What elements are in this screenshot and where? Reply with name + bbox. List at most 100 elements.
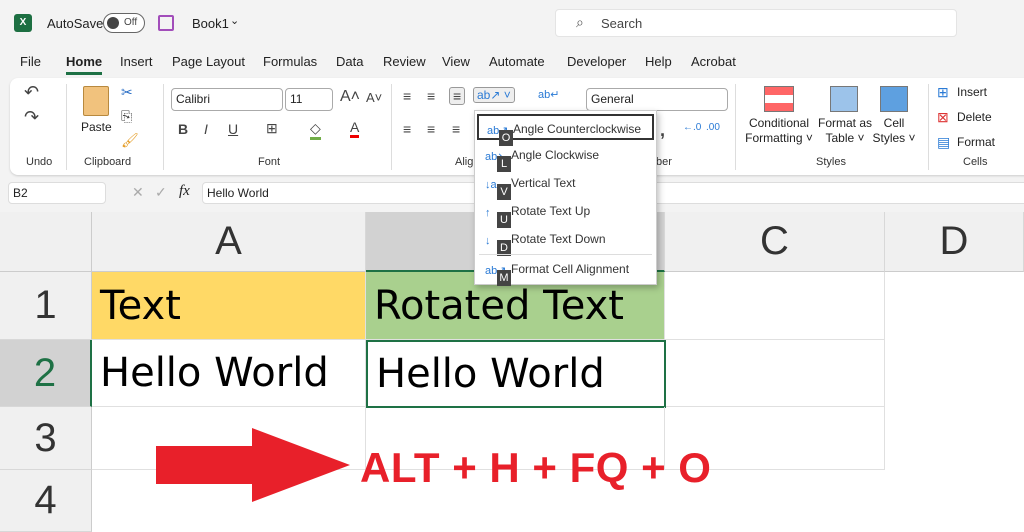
align-center-icon[interactable]: ≡ — [427, 121, 435, 137]
italic-icon[interactable]: I — [204, 121, 208, 137]
save-icon[interactable] — [158, 15, 174, 31]
tab-acrobat[interactable]: Acrobat — [691, 54, 736, 69]
tab-automate[interactable]: Automate — [489, 54, 545, 69]
column-header-c[interactable]: C — [665, 212, 885, 272]
tab-home[interactable]: Home — [66, 54, 103, 75]
fill-color-icon[interactable]: ◇ — [310, 120, 321, 140]
font-color-icon[interactable]: A — [350, 119, 360, 138]
menu-item-rotate-text-up[interactable]: ↑ Rotate Text Up U — [477, 198, 654, 228]
tab-formulas[interactable]: Formulas — [263, 54, 317, 69]
align-left-icon[interactable]: ≡ — [403, 121, 411, 137]
row-header-3[interactable]: 3 — [0, 407, 92, 470]
row-header-4[interactable]: 4 — [0, 470, 92, 532]
rotate-text-up-icon: ↑ — [485, 207, 491, 219]
shortcut-annotation: ALT + H + FQ + O — [360, 444, 712, 491]
wrap-text-icon[interactable]: ab↵ — [538, 88, 559, 101]
group-number-label: ber — [656, 156, 672, 168]
column-header-d[interactable]: D — [885, 212, 1024, 272]
row-header-1[interactable]: 1 — [0, 272, 92, 340]
menu-item-angle-counterclockwise[interactable]: ab↗ Angle Counterclockwise O — [477, 114, 654, 146]
tab-help[interactable]: Help — [645, 54, 672, 69]
group-cells-label: Cells — [963, 156, 988, 168]
column-header-a[interactable]: A — [92, 212, 366, 272]
delete-cells-icon: ⊠ — [937, 109, 949, 125]
excel-logo-icon: X — [14, 14, 32, 32]
font-name-select[interactable]: Calibri — [171, 88, 283, 111]
align-right-icon[interactable]: ≡ — [452, 121, 460, 137]
format-cells-icon: ▤ — [937, 134, 951, 150]
enter-icon[interactable]: ✓ — [155, 184, 167, 201]
group-font-label: Font — [258, 156, 281, 168]
borders-icon[interactable]: ⊞ — [266, 120, 278, 137]
align-bottom-icon[interactable]: ≡ — [449, 87, 466, 105]
tab-view[interactable]: View — [442, 54, 470, 69]
select-all-corner[interactable] — [0, 212, 92, 272]
menu-item-format-cell-alignment[interactable]: ab↗ Format Cell Alignment M — [477, 256, 654, 286]
cell-c1[interactable] — [665, 272, 885, 340]
red-arrow-icon — [156, 428, 350, 502]
decrease-decimal-icon[interactable]: .00 — [706, 122, 720, 133]
menu-item-angle-clockwise[interactable]: ab↘ Angle Clockwise L — [477, 142, 654, 172]
paste-icon[interactable] — [83, 86, 109, 116]
align-middle-icon[interactable]: ≡ — [427, 88, 435, 104]
cell-styles-icon — [880, 86, 908, 112]
cell-a1[interactable]: Text — [92, 272, 366, 340]
tab-page-layout[interactable]: Page Layout — [172, 54, 245, 69]
increase-font-icon[interactable]: A˄ — [340, 88, 360, 106]
align-top-icon[interactable]: ≡ — [403, 88, 411, 104]
tab-developer[interactable]: Developer — [567, 54, 626, 69]
underline-icon[interactable]: U — [228, 121, 238, 137]
tab-data[interactable]: Data — [336, 54, 363, 69]
conditional-formatting-icon — [764, 86, 794, 112]
menu-item-vertical-text[interactable]: ↓a Vertical Text V — [477, 170, 654, 200]
workbook-name[interactable]: Book1 — [192, 16, 229, 31]
tab-file[interactable]: File — [20, 54, 41, 69]
vertical-text-icon: ↓a — [485, 179, 497, 191]
delete-cells-button[interactable]: Delete — [957, 110, 992, 124]
cancel-icon[interactable]: ✕ — [132, 184, 144, 201]
name-box[interactable]: B2 — [8, 182, 106, 204]
rotate-text-down-icon: ↓ — [485, 235, 491, 247]
search-placeholder: Search — [601, 16, 643, 31]
cell-styles-button[interactable]: Cell Styles ˅ — [868, 116, 920, 146]
format-cells-button[interactable]: Format — [957, 135, 995, 149]
format-painter-icon[interactable]: 🖌 — [121, 132, 139, 149]
row-header-2[interactable]: 2 — [0, 340, 92, 407]
group-clipboard-label: Clipboard — [84, 156, 132, 168]
cut-icon[interactable]: ✂ — [121, 84, 133, 101]
redo-icon[interactable]: ↷ — [24, 107, 39, 128]
format-as-table-button[interactable]: Format as Table ˅ — [815, 116, 875, 146]
font-size-select[interactable]: 11 — [285, 88, 333, 111]
conditional-formatting-button[interactable]: Conditional Formatting ˅ — [745, 116, 813, 146]
chevron-down-icon[interactable]: ⌄ — [230, 14, 239, 27]
comma-style-icon[interactable]: , — [660, 120, 665, 141]
orientation-dropdown-menu: ab↗ Angle Counterclockwise O ab↘ Angle Cloc… — [474, 110, 657, 286]
toggle-state: Off — [124, 17, 138, 28]
cell-b2-selected[interactable]: Hello World — [366, 340, 666, 408]
insert-function-button[interactable]: fx — [179, 183, 190, 200]
cell-c2[interactable] — [666, 340, 885, 407]
format-as-table-icon — [830, 86, 858, 112]
menu-divider — [479, 254, 652, 255]
insert-cells-icon: ⊞ — [937, 84, 949, 100]
menu-item-rotate-text-down[interactable]: ↓ Rotate Text Down D — [477, 226, 654, 256]
tab-insert[interactable]: Insert — [120, 54, 153, 69]
keytip-m: M — [497, 270, 511, 286]
group-undo-label: Undo — [26, 156, 53, 168]
paste-button[interactable]: Paste — [81, 120, 112, 134]
search-icon: ⌕ — [576, 14, 584, 30]
group-styles-label: Styles — [816, 156, 846, 168]
number-format-select[interactable]: General — [586, 88, 728, 111]
undo-icon[interactable]: ↶ — [24, 82, 39, 103]
orientation-button[interactable]: ab↗ ˅ — [473, 87, 515, 103]
autosave-label: AutoSave — [47, 16, 104, 31]
autosave-toggle[interactable]: Off — [103, 13, 145, 33]
copy-icon[interactable]: ⎘ — [121, 108, 132, 125]
decrease-font-icon[interactable]: A˅ — [366, 90, 382, 105]
cell-a2[interactable]: Hello World — [92, 340, 366, 407]
tab-review[interactable]: Review — [383, 54, 426, 69]
insert-cells-button[interactable]: Insert — [957, 85, 987, 99]
increase-decimal-icon[interactable]: ←.0 — [683, 122, 701, 133]
bold-icon[interactable]: B — [178, 121, 188, 137]
search-box[interactable]: ⌕ Search — [555, 9, 957, 37]
